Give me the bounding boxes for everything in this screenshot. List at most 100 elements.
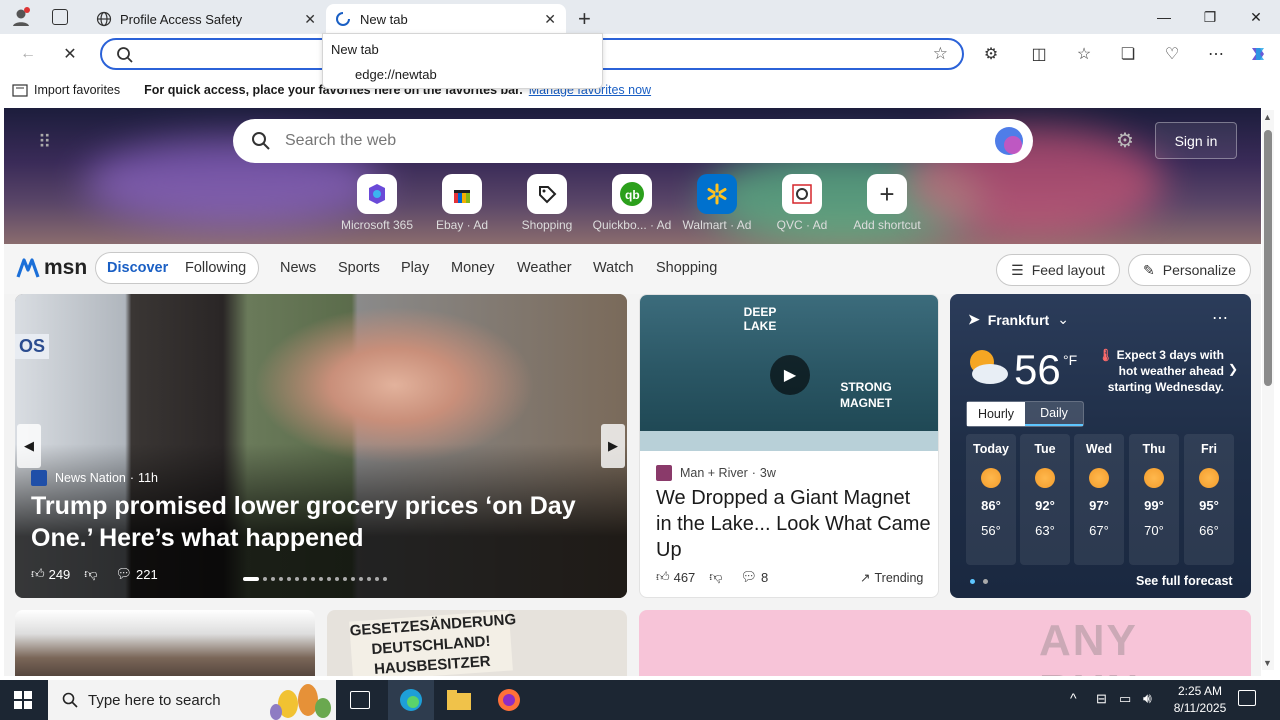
carousel-next-button[interactable]: ▶	[601, 424, 625, 468]
apps-grid-icon[interactable]: ⠿	[38, 132, 51, 153]
sign-in-button[interactable]: Sign in	[1155, 122, 1237, 159]
story-card-bottom-1[interactable]	[15, 610, 315, 676]
forecast-day-thu[interactable]: Thu 99° 70°	[1129, 434, 1179, 565]
nav-play[interactable]: Play	[401, 260, 429, 276]
close-tab-icon[interactable]: ✕	[304, 11, 316, 28]
carousel-prev-button[interactable]: ◀	[17, 424, 41, 468]
collections-icon[interactable]: ❏	[1114, 42, 1142, 66]
shortcut-shopping[interactable]: Shopping	[504, 174, 590, 232]
see-full-forecast-link[interactable]: See full forecast	[1136, 574, 1233, 588]
story-source[interactable]: News Nation · 11h	[31, 470, 158, 486]
copilot-icon[interactable]	[993, 125, 1025, 157]
file-explorer-icon[interactable]	[447, 690, 471, 710]
favorites-icon[interactable]: ☆	[1070, 42, 1098, 66]
minimize-icon[interactable]: —	[1141, 0, 1187, 34]
shortcut-ebay[interactable]: Ebay · Ad	[419, 174, 505, 232]
tab-profile-access-safety[interactable]: Profile Access Safety ✕	[86, 4, 326, 34]
profile-icon[interactable]	[10, 6, 32, 28]
windows-start-icon[interactable]	[14, 691, 32, 709]
nav-watch[interactable]: Watch	[593, 260, 634, 276]
suggestion-url[interactable]: edge://newtab	[355, 67, 437, 82]
quickbooks-icon: qb	[612, 174, 652, 214]
carousel-indicator[interactable]	[243, 577, 387, 581]
shortcut-qvc[interactable]: QVC · Ad	[759, 174, 845, 232]
restore-icon[interactable]: ❐	[1187, 0, 1233, 34]
browser-essentials-icon[interactable]: ♡	[1158, 42, 1186, 66]
story-card-bottom-2[interactable]: GESETZESÄNDERUNG DEUTSCHLAND! HAUSBESITZ…	[327, 610, 627, 676]
show-hidden-icons-icon[interactable]: ^	[1070, 690, 1077, 706]
hourly-tab[interactable]: Hourly	[967, 402, 1025, 426]
nav-shopping[interactable]: Shopping	[656, 260, 717, 276]
more-icon[interactable]: ⋯	[1202, 42, 1230, 66]
edge-taskbar-icon[interactable]	[388, 680, 434, 720]
task-view-icon[interactable]	[350, 691, 370, 709]
network-icon[interactable]: ⊟	[1096, 691, 1107, 707]
stop-loading-icon[interactable]: ✕	[56, 42, 84, 66]
story-image: DEEP LAKE STRONG MAGNET ▶	[640, 295, 938, 451]
play-button-icon[interactable]: ▶	[770, 355, 810, 395]
story-source[interactable]: Man + River · 3w	[656, 465, 776, 481]
sliders-icon: ☰	[1011, 261, 1024, 278]
shortcut-quickbooks[interactable]: qb Quickbo... · Ad	[589, 174, 675, 232]
page-scrollbar[interactable]: ▲ ▼	[1262, 110, 1274, 670]
split-screen-icon[interactable]: ◫	[1025, 42, 1053, 66]
close-window-icon[interactable]: ✕	[1233, 0, 1279, 34]
import-icon	[12, 83, 28, 97]
shortcut-add[interactable]: + Add shortcut	[844, 174, 930, 232]
close-tab-icon[interactable]: ✕	[544, 11, 556, 28]
weather-page-dots[interactable]	[970, 579, 988, 584]
volume-icon[interactable]: 🔊︎	[1143, 690, 1152, 707]
like-icon[interactable]: 👍︎	[31, 566, 45, 582]
firefox-icon[interactable]	[497, 688, 521, 712]
shortcut-microsoft-365[interactable]: Microsoft 365	[334, 174, 420, 232]
nav-money[interactable]: Money	[451, 260, 495, 276]
scroll-up-arrow-icon[interactable]: ▲	[1263, 112, 1272, 122]
forecast-day-tue[interactable]: Tue 92° 63°	[1020, 434, 1070, 565]
import-favorites-button[interactable]: Import favorites	[34, 83, 120, 97]
notifications-icon[interactable]	[1238, 690, 1256, 706]
scrollbar-thumb[interactable]	[1264, 130, 1272, 386]
settings-gear-icon[interactable]: ⚙	[1116, 128, 1134, 153]
weather-alert[interactable]: 🌡︎ Expect 3 days with hot weather ahead …	[1098, 347, 1224, 395]
feed-layout-button[interactable]: ☰ Feed layout	[996, 254, 1120, 286]
story-headline[interactable]: We Dropped a Giant Magnet in the Lake...…	[656, 485, 931, 563]
story-headline[interactable]: Trump promised lower grocery prices ‘on …	[31, 490, 611, 554]
more-options-icon[interactable]: ⋯	[1212, 308, 1228, 328]
sunny-icon	[1035, 468, 1055, 488]
forecast-day-wed[interactable]: Wed 97° 67°	[1074, 434, 1124, 565]
tab-new-tab[interactable]: New tab ✕	[326, 4, 566, 34]
nav-sports[interactable]: Sports	[338, 260, 380, 276]
personalize-button[interactable]: ✎ Personalize	[1128, 254, 1251, 286]
comment-icon[interactable]: 💬︎	[741, 569, 758, 585]
magnet-story-card[interactable]: DEEP LAKE STRONG MAGNET ▶ Man + River · …	[639, 294, 939, 598]
story-image-text: OS	[15, 334, 50, 359]
tab-actions-icon[interactable]	[52, 9, 68, 25]
daily-tab[interactable]: Daily	[1025, 402, 1083, 426]
weather-location[interactable]: ➤ Frankfurt ⌄	[968, 311, 1069, 328]
taskbar-search-box[interactable]: Type here to search	[48, 680, 336, 720]
dislike-icon[interactable]: 👎︎	[709, 569, 722, 585]
story-card-bottom-3[interactable]: ANY RUN	[639, 610, 1251, 676]
clock[interactable]: 2:25 AM 8/11/2025	[1170, 683, 1230, 717]
dislike-icon[interactable]: 👎︎	[84, 566, 97, 582]
wifi-icon[interactable]: ▭	[1119, 691, 1131, 707]
web-search-box[interactable]: Search the web	[233, 119, 1033, 163]
tab-discover[interactable]: Discover	[107, 260, 168, 276]
extensions-icon[interactable]: ⚙	[977, 42, 1005, 66]
like-icon[interactable]: 👍︎	[656, 569, 670, 585]
scroll-down-arrow-icon[interactable]: ▼	[1263, 658, 1272, 668]
comment-icon[interactable]: 💬︎	[116, 566, 133, 582]
main-story-card[interactable]: OS ◀ ▶ News Nation · 11h Trump promised …	[15, 294, 627, 598]
new-tab-button[interactable]: +	[578, 6, 591, 32]
nav-weather[interactable]: Weather	[517, 260, 572, 276]
forecast-day-fri[interactable]: Fri 95° 66°	[1184, 434, 1234, 565]
favorite-star-icon[interactable]: ☆	[933, 44, 948, 64]
alert-chevron-icon[interactable]: ❯	[1228, 362, 1238, 376]
copilot-icon[interactable]	[1244, 42, 1272, 66]
shortcut-walmart[interactable]: Walmart · Ad	[674, 174, 760, 232]
back-icon[interactable]: ←	[14, 42, 42, 66]
msn-logo[interactable]: msn	[16, 256, 87, 280]
nav-news[interactable]: News	[280, 260, 316, 276]
tab-following[interactable]: Following	[185, 260, 246, 276]
forecast-day-today[interactable]: Today 86° 56°	[966, 434, 1016, 565]
